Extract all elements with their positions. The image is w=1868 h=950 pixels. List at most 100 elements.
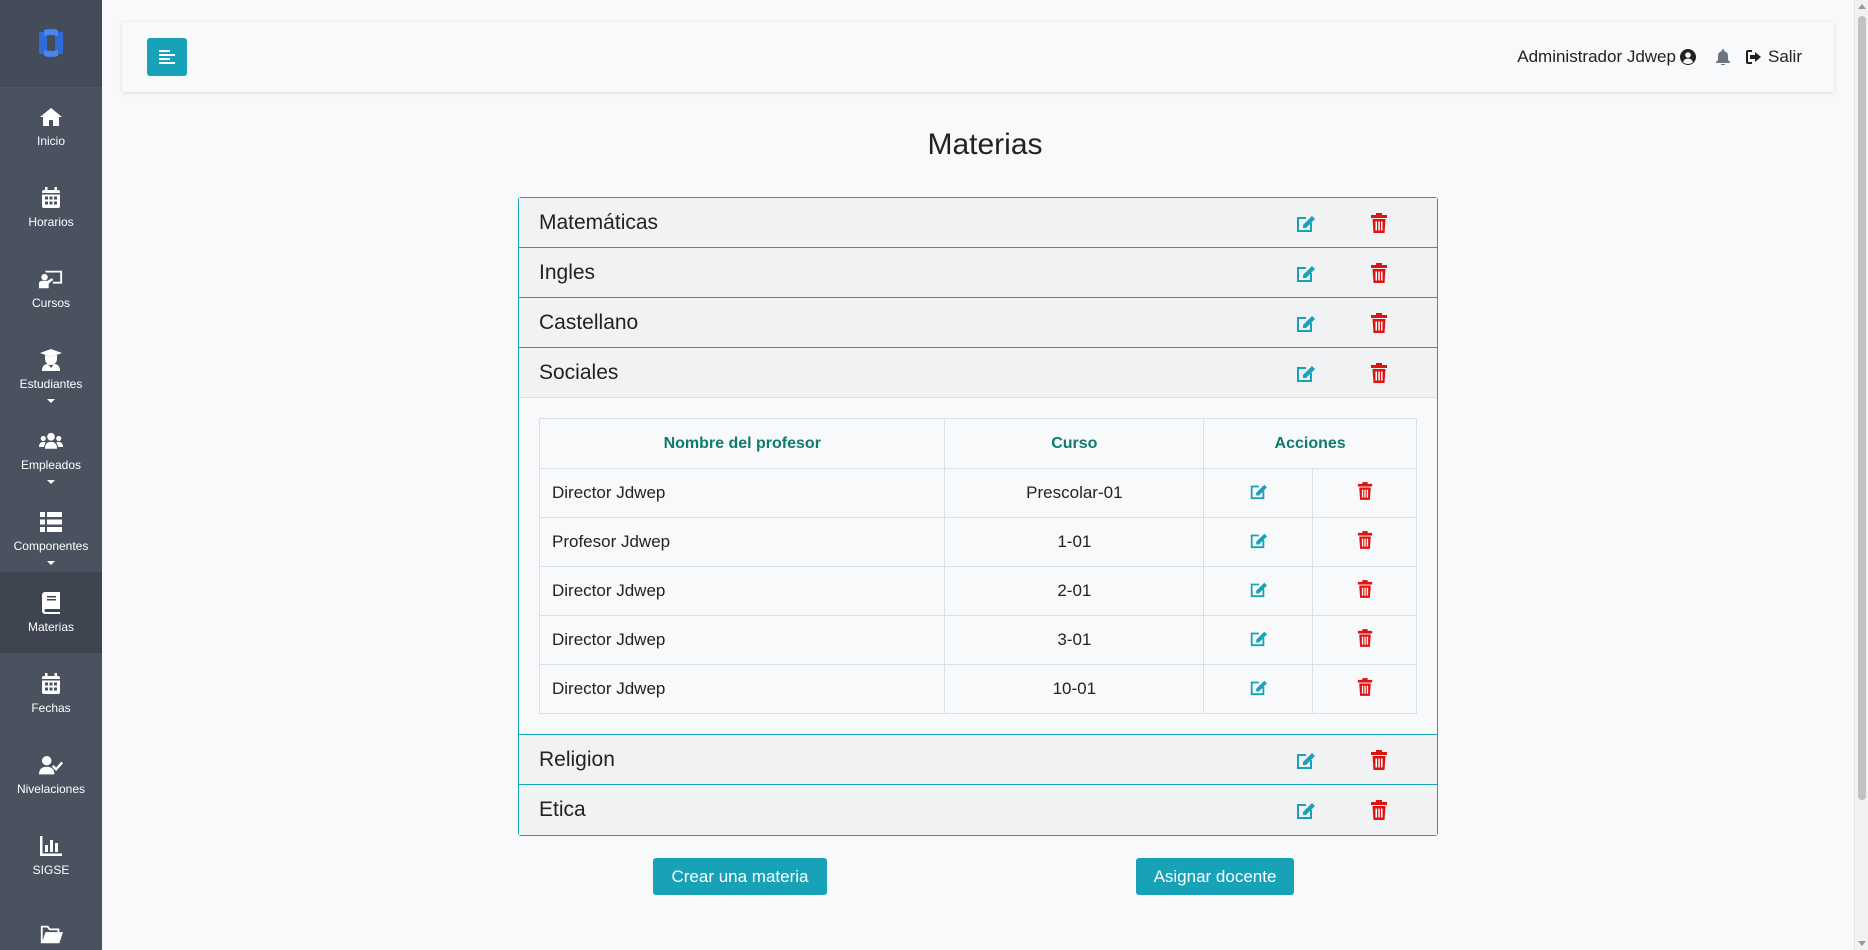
sidebar-item-nivelaciones[interactable]: Nivelaciones bbox=[0, 734, 102, 815]
edit-icon[interactable] bbox=[1249, 678, 1268, 696]
subject-header[interactable]: Sociales bbox=[519, 348, 1437, 398]
trash-icon[interactable] bbox=[1357, 481, 1373, 500]
notifications-button[interactable] bbox=[1715, 49, 1730, 65]
edit-icon[interactable] bbox=[1249, 580, 1268, 598]
trash-icon[interactable] bbox=[1370, 263, 1388, 283]
sidebar: Inicio Horarios Cursos Estudiantes Emple… bbox=[0, 0, 102, 950]
subject-panel: Nombre del profesor Curso Acciones Direc… bbox=[519, 398, 1437, 735]
subject-header[interactable]: Religion bbox=[519, 735, 1437, 785]
create-subject-button[interactable]: Crear una materia bbox=[653, 858, 827, 895]
teacher-course: 10-01 bbox=[944, 664, 1205, 714]
scroll-down-icon[interactable] bbox=[1858, 941, 1866, 946]
sidebar-item-fechas[interactable]: Fechas bbox=[0, 653, 102, 734]
trash-icon[interactable] bbox=[1370, 800, 1388, 820]
delete-cell bbox=[1312, 517, 1417, 567]
edit-icon[interactable] bbox=[1249, 531, 1268, 549]
chevron-down-icon bbox=[47, 561, 55, 565]
scrollbar-thumb[interactable] bbox=[1858, 16, 1866, 800]
sidebar-item-materias[interactable]: Materias bbox=[0, 572, 102, 653]
edit-icon[interactable] bbox=[1295, 313, 1315, 333]
list-icon bbox=[39, 511, 63, 533]
teacher-course: 3-01 bbox=[944, 615, 1205, 665]
chevron-down-icon bbox=[47, 480, 55, 484]
edit-icon[interactable] bbox=[1295, 750, 1315, 770]
user-menu[interactable]: Administrador Jdwep bbox=[1517, 47, 1696, 67]
sidebar-item-label: Estudiantes bbox=[19, 376, 83, 391]
trash-icon[interactable] bbox=[1370, 750, 1388, 770]
teachers-table: Nombre del profesor Curso Acciones Direc… bbox=[538, 418, 1417, 714]
calendar-icon bbox=[39, 186, 63, 209]
logo-icon bbox=[39, 28, 63, 57]
subject-name: Etica bbox=[539, 798, 586, 821]
subject-header[interactable]: Etica bbox=[519, 785, 1437, 835]
subjects-accordion: Matemáticas Ingles Castellano Sociales N… bbox=[518, 197, 1438, 836]
page-scrollbar[interactable] bbox=[1854, 0, 1868, 950]
edit-icon[interactable] bbox=[1295, 213, 1315, 233]
edit-icon[interactable] bbox=[1295, 363, 1315, 383]
edit-icon[interactable] bbox=[1249, 482, 1268, 500]
top-bar: Administrador Jdwep Salir bbox=[122, 22, 1834, 92]
sidebar-toggle-button[interactable] bbox=[147, 38, 187, 76]
trash-icon[interactable] bbox=[1357, 530, 1373, 549]
table-row: Director Jdwep 10-01 bbox=[538, 664, 1417, 714]
sidebar-item-label: SIGSE bbox=[32, 862, 70, 877]
sidebar-item-cursos[interactable]: Cursos bbox=[0, 248, 102, 329]
subject-header[interactable]: Matemáticas bbox=[519, 198, 1437, 248]
edit-icon[interactable] bbox=[1295, 263, 1315, 283]
logout-label: Salir bbox=[1767, 47, 1802, 66]
subject-name: Matemáticas bbox=[539, 210, 659, 234]
edit-icon[interactable] bbox=[1249, 629, 1268, 647]
page-title: Materias bbox=[927, 128, 1043, 161]
teacher-course: Prescolar-01 bbox=[944, 468, 1205, 518]
column-header-course: Curso bbox=[944, 418, 1205, 469]
sidebar-item-label: Empleados bbox=[20, 457, 82, 472]
teacher-course: 1-01 bbox=[944, 517, 1205, 567]
subject-header[interactable]: Ingles bbox=[519, 248, 1437, 298]
book-icon bbox=[39, 591, 63, 614]
app-logo[interactable] bbox=[0, 0, 102, 86]
chalkboard-teacher-icon bbox=[39, 268, 63, 290]
sign-out-icon bbox=[1745, 50, 1761, 64]
subject-name: Castellano bbox=[539, 310, 639, 334]
edit-icon[interactable] bbox=[1295, 800, 1315, 820]
trash-icon[interactable] bbox=[1370, 213, 1388, 233]
table-row: Profesor Jdwep 1-01 bbox=[538, 517, 1417, 567]
sidebar-item-componentes[interactable]: Componentes bbox=[0, 491, 102, 572]
trash-icon[interactable] bbox=[1370, 363, 1388, 383]
home-icon bbox=[39, 106, 63, 128]
sidebar-item-folder[interactable] bbox=[0, 896, 102, 950]
delete-cell bbox=[1312, 468, 1417, 518]
column-header-actions: Acciones bbox=[1203, 418, 1417, 469]
user-name: Administrador Jdwep bbox=[1517, 47, 1676, 66]
logout-button[interactable]: Salir bbox=[1745, 47, 1802, 67]
edit-cell bbox=[1203, 468, 1314, 518]
sidebar-item-inicio[interactable]: Inicio bbox=[0, 86, 102, 167]
chevron-down-icon bbox=[47, 399, 55, 403]
sidebar-item-sigse[interactable]: SIGSE bbox=[0, 815, 102, 896]
edit-cell bbox=[1203, 566, 1314, 616]
teacher-name: Profesor Jdwep bbox=[538, 517, 946, 567]
column-header-name: Nombre del profesor bbox=[538, 418, 946, 469]
subject-name: Religion bbox=[539, 747, 615, 771]
sidebar-item-horarios[interactable]: Horarios bbox=[0, 167, 102, 248]
align-left-icon bbox=[159, 50, 175, 64]
sidebar-item-label: Inicio bbox=[36, 133, 65, 148]
sidebar-item-label: Fechas bbox=[31, 700, 71, 715]
teacher-name: Director Jdwep bbox=[538, 615, 946, 665]
trash-icon[interactable] bbox=[1357, 628, 1373, 647]
subject-name: Sociales bbox=[539, 360, 619, 384]
scroll-up-icon[interactable] bbox=[1858, 4, 1866, 9]
edit-cell bbox=[1203, 615, 1314, 665]
sidebar-item-label: Horarios bbox=[28, 214, 74, 229]
trash-icon[interactable] bbox=[1357, 677, 1373, 696]
sidebar-item-empleados[interactable]: Empleados bbox=[0, 410, 102, 491]
user-check-icon bbox=[39, 754, 63, 776]
teacher-name: Director Jdwep bbox=[538, 664, 946, 714]
sidebar-item-label: Materias bbox=[27, 619, 74, 634]
trash-icon[interactable] bbox=[1370, 313, 1388, 333]
subject-header[interactable]: Castellano bbox=[519, 298, 1437, 348]
assign-teacher-button[interactable]: Asignar docente bbox=[1136, 858, 1294, 895]
trash-icon[interactable] bbox=[1357, 579, 1373, 598]
user-graduate-icon bbox=[39, 348, 63, 371]
sidebar-item-estudiantes[interactable]: Estudiantes bbox=[0, 329, 102, 410]
